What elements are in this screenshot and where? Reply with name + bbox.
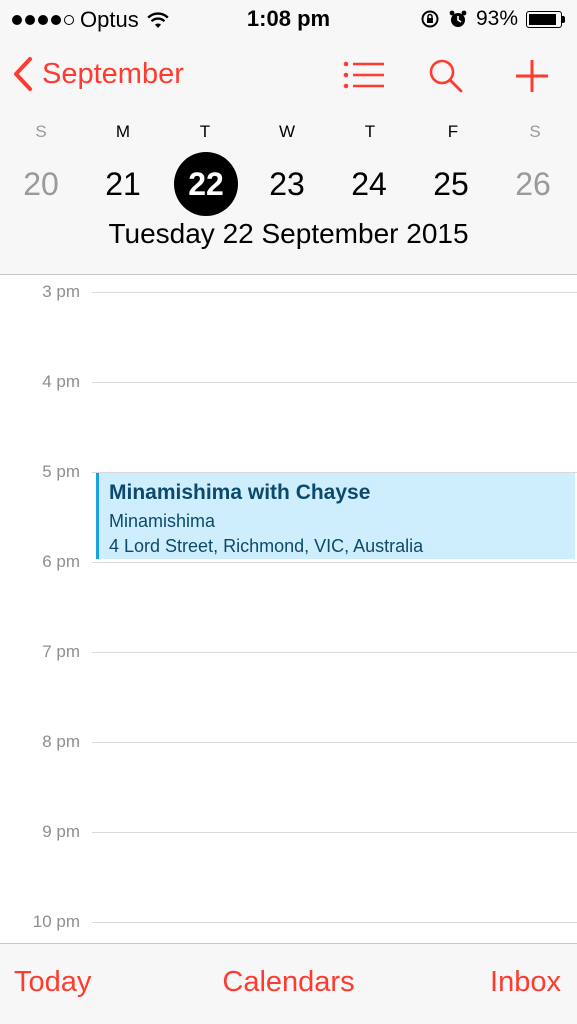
weekday-row: S M T W T F S [0,122,577,142]
back-label: September [42,57,184,90]
date-22-selected[interactable]: 22 [174,152,238,216]
hour-divider [92,922,577,923]
event-subtitle: Minamishima [109,511,216,531]
hour-row: 7 pm [0,642,577,661]
search-button[interactable] [428,58,464,99]
search-icon [429,59,463,93]
date-26[interactable]: 26 [501,152,565,216]
hour-label: 3 pm [42,282,80,301]
today-button[interactable]: Today [14,966,91,999]
date-23[interactable]: 23 [255,152,319,216]
hour-label: 4 pm [42,372,80,391]
weekday-letter: W [278,122,296,141]
rotation-lock-icon [421,10,439,28]
weekday-letter: T [199,122,211,141]
list-view-button[interactable] [342,58,386,97]
hour-label: 8 pm [42,732,80,751]
hour-label: 9 pm [42,822,80,841]
battery-fill [529,13,556,25]
calendar-header: September S M T W T F S 20 21 22 23 24 2… [0,38,577,275]
date-20[interactable]: 20 [9,152,73,216]
hour-divider [92,292,577,293]
date-21[interactable]: 21 [91,152,155,216]
alarm-icon [449,10,467,27]
weekday-letter: F [447,122,459,141]
inbox-button[interactable]: Inbox [490,966,561,999]
battery-tip [562,15,565,23]
hour-row: 10 pm [0,912,577,931]
date-25[interactable]: 25 [419,152,483,216]
date-24[interactable]: 24 [337,152,401,216]
weekday-letter: S [35,122,47,141]
event-title: Minamishima with Chayse [109,481,371,504]
calendar-event[interactable]: Minamishima with Chayse Minamishima 4 Lo… [96,473,575,559]
event-location: 4 Lord Street, Richmond, VIC, Australia [109,536,424,556]
hour-divider [92,742,577,743]
status-bar: Optus 1:08 pm 93% [0,0,577,38]
hour-divider [92,652,577,653]
hour-label: 7 pm [42,642,80,661]
hour-row: 9 pm [0,822,577,841]
weekday-letter: S [529,122,541,141]
add-event-button[interactable] [514,58,550,99]
hour-divider [92,562,577,563]
hour-row: 3 pm [0,282,577,301]
hour-label: 6 pm [42,552,80,571]
chevron-left-icon [14,57,32,91]
hour-divider [92,382,577,383]
add-icon [516,60,548,92]
list-icon [343,61,384,89]
back-button[interactable]: September [12,56,184,92]
battery-icon [526,10,565,28]
status-right: 93% [420,7,565,31]
day-timeline[interactable]: 3 pm 4 pm 5 pm 6 pm 7 pm 8 pm 9 pm 10 pm… [0,275,577,943]
date-row: 20 21 22 23 24 25 26 [0,152,577,216]
battery-percent: 93% [475,7,518,30]
selected-date-title: Tuesday 22 September 2015 [108,218,469,249]
hour-row: 4 pm [0,372,577,391]
battery-body [526,10,562,28]
bottom-toolbar: Calendars Today Inbox [0,943,577,1024]
hour-label: 10 pm [32,912,80,931]
hour-row: 6 pm [0,552,577,571]
weekday-letter: T [364,122,376,141]
hour-row: 8 pm [0,732,577,751]
hour-label: 5 pm [42,462,80,481]
weekday-letter: M [115,122,131,141]
hour-divider [92,832,577,833]
